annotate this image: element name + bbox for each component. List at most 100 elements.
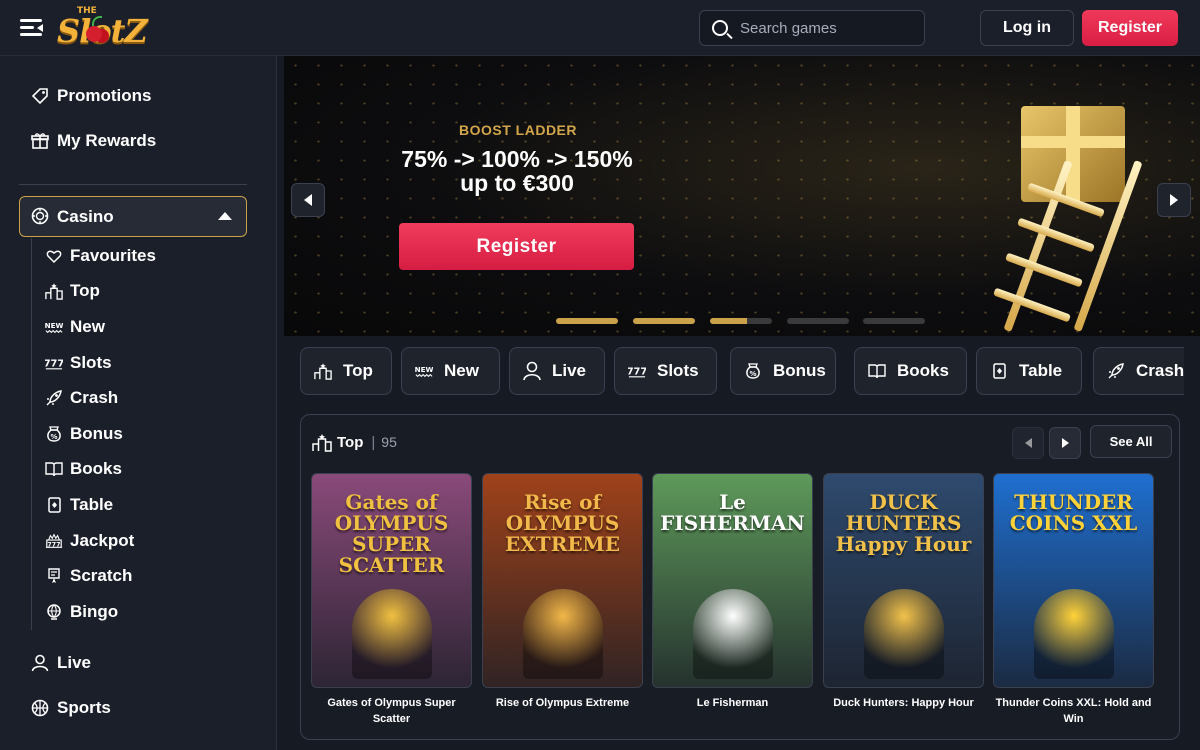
- tab-label: Bonus: [773, 361, 826, 380]
- slide-indicator[interactable]: [633, 318, 695, 324]
- sidebar-item-my-rewards[interactable]: My Rewards: [30, 131, 156, 151]
- game-name[interactable]: Le Fisherman: [652, 695, 813, 711]
- tab-label: Crash: [1136, 361, 1184, 380]
- sidebar-item-sports[interactable]: Sports: [30, 698, 111, 718]
- ball-icon: [30, 698, 50, 718]
- category-tabs: Top NEW New Live 777 Slots % Bonus Books Table Cra…: [284, 340, 1184, 402]
- ladder-image: [964, 160, 1143, 336]
- svg-text:NEW: NEW: [45, 321, 63, 330]
- tab-crash[interactable]: Crash: [1093, 347, 1184, 395]
- sidebar-item-promotions[interactable]: Promotions: [30, 86, 151, 106]
- sidebar-item-bingo[interactable]: Bingo: [45, 602, 118, 622]
- game-art-title: THUNDER COINS XXL: [1009, 490, 1138, 535]
- svg-text:NEW: NEW: [415, 365, 433, 374]
- sidebar-item-top[interactable]: Top: [45, 281, 100, 301]
- sidebar-item-bonus[interactable]: % Bonus: [45, 424, 123, 444]
- sidebar-item-new[interactable]: NEW New: [45, 317, 105, 337]
- game-character-image: [693, 589, 773, 679]
- game-art-title: Gates of OLYMPUS SUPER SCATTER: [334, 490, 449, 577]
- slide-indicator[interactable]: [863, 318, 925, 324]
- game-name[interactable]: Thunder Coins XXL: Hold and Win: [993, 695, 1154, 727]
- sidebar-item-favourites[interactable]: Favourites: [45, 246, 156, 266]
- person-icon: [30, 653, 50, 673]
- slide-indicator[interactable]: [787, 318, 849, 324]
- menu-toggle-icon[interactable]: [20, 17, 46, 39]
- slide-indicator[interactable]: [710, 318, 772, 324]
- slots-icon: 777: [45, 354, 63, 372]
- sidebar-item-label: Slots: [70, 353, 112, 372]
- sidebar-item-casino[interactable]: Casino: [19, 196, 247, 237]
- new-icon: NEW: [45, 318, 63, 336]
- tab-new[interactable]: NEW New: [401, 347, 500, 395]
- game-card[interactable]: Le FISHERMAN: [652, 473, 813, 688]
- svg-text:777: 777: [47, 541, 60, 548]
- sidebar-item-books[interactable]: Books: [45, 459, 122, 479]
- cards-icon: [45, 496, 63, 514]
- podium-icon: [311, 431, 333, 453]
- chevron-right-icon: [1170, 194, 1178, 206]
- tab-books[interactable]: Books: [854, 347, 967, 395]
- cherry-icon: [86, 26, 102, 42]
- game-card[interactable]: DUCK HUNTERS Happy Hour: [823, 473, 984, 688]
- login-button[interactable]: Log in: [980, 10, 1074, 46]
- sidebar-item-label: Favourites: [70, 246, 156, 265]
- sidebar-item-live[interactable]: Live: [30, 653, 91, 673]
- banner-register-button[interactable]: Register: [399, 223, 634, 270]
- search-box[interactable]: [699, 10, 925, 46]
- games-prev-button[interactable]: [1012, 427, 1044, 459]
- section-count: 95: [381, 434, 397, 450]
- tab-label: Books: [897, 361, 949, 380]
- cards-icon: [987, 359, 1011, 383]
- game-name[interactable]: Gates of Olympus Super Scatter: [311, 695, 472, 727]
- bonus-bag-icon: %: [45, 425, 63, 443]
- sidebar-item-crash[interactable]: Crash: [45, 388, 118, 408]
- sidebar-divider: [19, 184, 247, 185]
- sidebar-item-jackpot[interactable]: 777 Jackpot: [45, 531, 134, 551]
- slide-indicator[interactable]: [556, 318, 618, 324]
- sidebar-item-slots[interactable]: 777 Slots: [45, 353, 112, 373]
- tab-table[interactable]: Table: [976, 347, 1082, 395]
- sidebar-item-label: Scratch: [70, 566, 133, 585]
- tab-top[interactable]: Top: [300, 347, 392, 395]
- see-all-button[interactable]: See All: [1090, 425, 1172, 458]
- search-icon: [712, 20, 728, 36]
- game-card[interactable]: Gates of OLYMPUS SUPER SCATTER: [311, 473, 472, 688]
- tab-slots[interactable]: 777 Slots: [614, 347, 717, 395]
- game-character-image: [864, 589, 944, 679]
- tab-live[interactable]: Live: [509, 347, 605, 395]
- game-name[interactable]: Duck Hunters: Happy Hour: [823, 695, 984, 711]
- sidebar-item-scratch[interactable]: Scratch: [45, 566, 132, 586]
- sidebar-item-label: Jackpot: [70, 531, 135, 550]
- new-icon: NEW: [412, 359, 436, 383]
- podium-icon: [311, 359, 335, 383]
- game-name[interactable]: Rise of Olympus Extreme: [482, 695, 643, 711]
- gift-icon: [30, 131, 50, 151]
- tag-icon: [30, 86, 50, 106]
- section-title: Top | 95: [311, 431, 397, 453]
- sidebar-item-label: New: [70, 317, 105, 336]
- top-header: THE SlotZ Log in Register: [0, 0, 1200, 56]
- banner-kicker: BOOST LADDER: [459, 122, 577, 138]
- top-games-section: Top | 95 See All Gates of OLYMPUS SUPER …: [300, 414, 1180, 740]
- tab-bonus[interactable]: % Bonus: [730, 347, 836, 395]
- sidebar: Promotions My Rewards Casino Favourites T…: [0, 56, 277, 750]
- game-card[interactable]: Rise of OLYMPUS EXTREME: [482, 473, 643, 688]
- book-icon: [45, 460, 63, 478]
- slots-icon: 777: [625, 359, 649, 383]
- search-input[interactable]: [740, 11, 920, 45]
- games-next-button[interactable]: [1049, 427, 1081, 459]
- game-character-image: [1034, 589, 1114, 679]
- sidebar-item-table[interactable]: Table: [45, 495, 113, 515]
- banner-offer-line1: 75% -> 100% -> 150%: [401, 146, 633, 172]
- sidebar-item-label: Books: [70, 459, 122, 478]
- game-card[interactable]: THUNDER COINS XXL: [993, 473, 1154, 688]
- sidebar-item-label: Bingo: [70, 602, 119, 621]
- banner-prev-button[interactable]: [291, 183, 325, 217]
- svg-text:777: 777: [628, 367, 646, 378]
- heart-icon: [45, 247, 63, 265]
- register-button[interactable]: Register: [1082, 10, 1178, 46]
- chevron-left-icon: [1024, 438, 1032, 448]
- site-logo[interactable]: THE SlotZ: [57, 6, 148, 50]
- banner-next-button[interactable]: [1157, 183, 1191, 217]
- podium-icon: [45, 282, 63, 300]
